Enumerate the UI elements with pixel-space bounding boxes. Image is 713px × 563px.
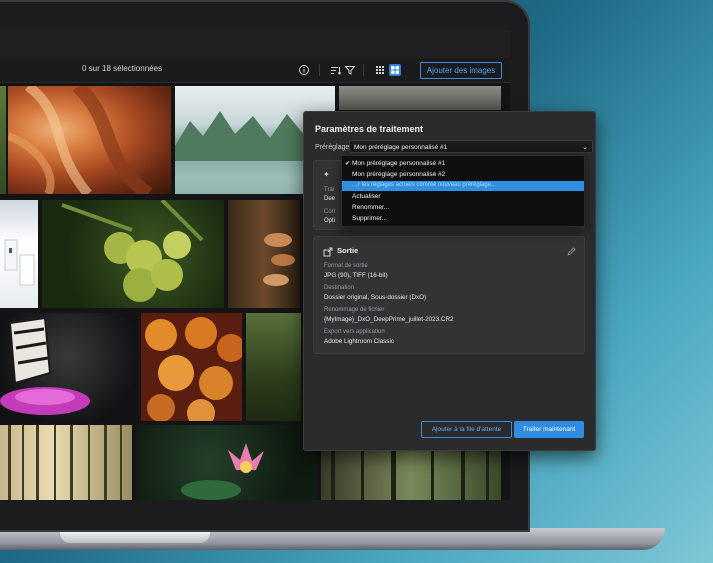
sparkle-icon: ✦ bbox=[323, 170, 330, 179]
toolbar-divider bbox=[363, 64, 364, 76]
preset-label: Préréglage bbox=[315, 144, 350, 151]
field-value-destination: Dossier original, Sous-dossier (DxO) bbox=[324, 294, 427, 301]
dropdown-item-save-as-new[interactable]: …r les réglages actuels comme nouveau pr… bbox=[342, 181, 584, 191]
photo-thumbnail[interactable] bbox=[0, 313, 137, 421]
add-to-queue-button[interactable]: Ajouter à la file d'attente bbox=[421, 421, 512, 438]
checkmark-icon: ✔ bbox=[345, 161, 351, 167]
output-card: Sortie Format de sortie JPG (90), TIFF (… bbox=[313, 236, 585, 354]
preset-select[interactable]: Mon préréglage personnalisé #1 ⌄ bbox=[349, 140, 593, 153]
panel-title: Paramètres de traitement bbox=[315, 124, 424, 134]
tiles-icon[interactable] bbox=[389, 64, 401, 76]
chevron-down-icon: ⌄ bbox=[582, 144, 588, 151]
dropdown-item-rename[interactable]: Renommer... bbox=[352, 204, 389, 211]
processing-settings-panel: Paramètres de traitement Préréglage Mon … bbox=[303, 111, 596, 451]
dropdown-item-refresh[interactable]: Actualiser bbox=[352, 193, 381, 200]
selection-count: 0 sur 18 sélectionnées bbox=[82, 64, 163, 73]
photo-thumbnail[interactable] bbox=[42, 200, 224, 308]
add-images-button[interactable]: Ajouter des images bbox=[420, 62, 502, 79]
filter-icon[interactable] bbox=[344, 64, 356, 76]
photo-thumbnail[interactable] bbox=[0, 200, 38, 308]
photo-thumbnail[interactable] bbox=[141, 313, 242, 421]
preset-select-value: Mon préréglage personnalisé #1 bbox=[354, 144, 448, 151]
field-label-export-app: Export vers application bbox=[324, 329, 385, 335]
dropdown-item-preset-2[interactable]: Mon préréglage personnalisé #2 bbox=[352, 171, 445, 178]
processing-value: Dee bbox=[324, 196, 336, 202]
field-value-export-app: Adobe Lightroom Classic bbox=[324, 338, 395, 345]
toolbar-divider bbox=[319, 64, 320, 76]
dropdown-item-label: Mon préréglage personnalisé #1 bbox=[352, 160, 446, 167]
processing-label: Trai bbox=[324, 187, 335, 193]
photo-thumbnail[interactable] bbox=[246, 313, 301, 421]
laptop-notch bbox=[60, 531, 210, 543]
field-value-renaming: {MyImage}_DxO_DeepPrime_juillet-2023.CR2 bbox=[324, 316, 454, 323]
photo-thumbnail[interactable] bbox=[0, 86, 6, 194]
field-label-renaming: Renommage de fichier bbox=[324, 307, 385, 313]
photo-thumbnail[interactable] bbox=[228, 200, 300, 308]
gallery-toolbar: 0 sur 18 sélectionnées Ajouter des image… bbox=[0, 58, 510, 83]
preset-dropdown-menu: ✔ Mon préréglage personnalisé #1 Mon pré… bbox=[341, 155, 585, 227]
output-title: Sortie bbox=[337, 246, 359, 255]
field-label-format: Format de sortie bbox=[324, 263, 368, 269]
correction-label: Corr bbox=[324, 209, 336, 215]
photo-thumbnail[interactable] bbox=[0, 425, 132, 500]
correction-value: Opti bbox=[324, 218, 336, 224]
dropdown-item-preset-1[interactable]: ✔ Mon préréglage personnalisé #1 bbox=[345, 160, 446, 167]
field-label-destination: Destination bbox=[324, 285, 355, 291]
info-icon[interactable] bbox=[298, 64, 310, 76]
dropdown-item-label: …r les réglages actuels comme nouveau pr… bbox=[352, 182, 497, 188]
grid-icon[interactable] bbox=[374, 64, 386, 76]
field-value-format: JPG (90), TIFF (16-bit) bbox=[324, 272, 388, 279]
dropdown-item-label: Mon préréglage personnalisé #2 bbox=[352, 171, 446, 178]
title-bar bbox=[0, 30, 510, 58]
photo-thumbnail[interactable] bbox=[136, 425, 317, 500]
photo-thumbnail[interactable] bbox=[8, 86, 171, 194]
dropdown-item-delete[interactable]: Supprimer... bbox=[352, 215, 387, 222]
process-now-button[interactable]: Traiter maintenant bbox=[514, 421, 584, 438]
export-icon bbox=[323, 244, 333, 262]
photo-thumbnail[interactable] bbox=[339, 86, 501, 110]
edit-icon[interactable] bbox=[567, 243, 576, 261]
sort-icon[interactable] bbox=[330, 64, 342, 76]
